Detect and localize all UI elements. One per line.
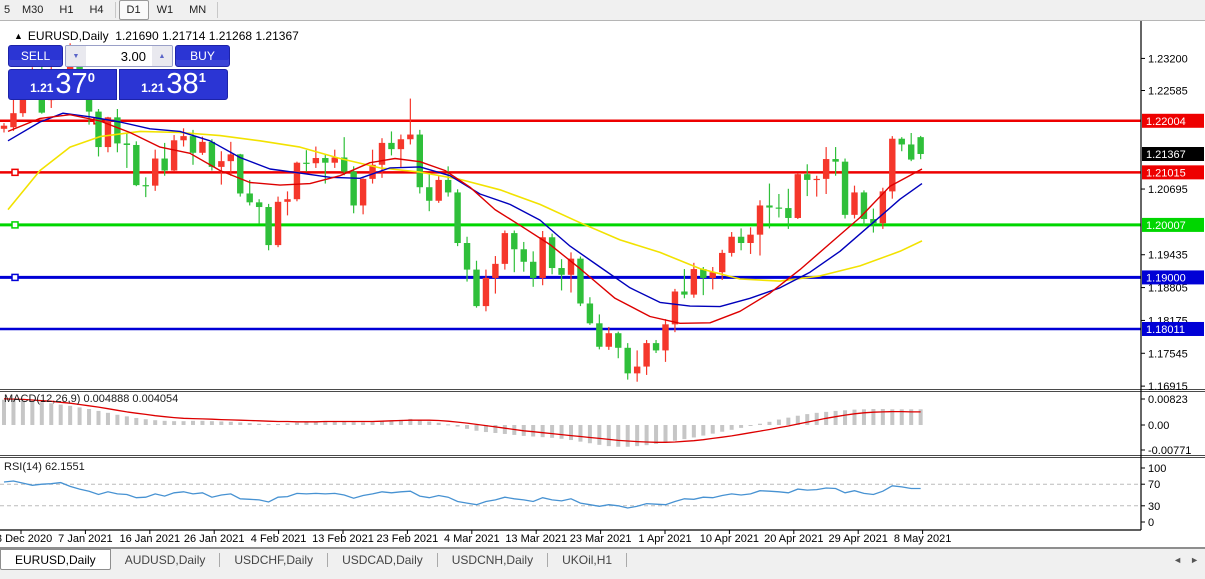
svg-text:1.19435: 1.19435	[1148, 250, 1188, 262]
volume-stepper: ▼ ▲	[65, 45, 173, 67]
svg-text:8 May 2021: 8 May 2021	[894, 533, 951, 545]
buy-price-prefix: 1.21	[141, 81, 164, 98]
svg-text:-0.00771: -0.00771	[1148, 445, 1191, 457]
svg-text:30: 30	[1148, 501, 1160, 513]
toolbar-separator	[115, 2, 116, 18]
svg-text:4 Mar 2021: 4 Mar 2021	[444, 533, 500, 545]
svg-text:1.23200: 1.23200	[1148, 53, 1188, 65]
svg-text:1.16915: 1.16915	[1148, 381, 1188, 393]
chart-ohlc-values: 1.21690 1.21714 1.21268 1.21367	[115, 29, 299, 43]
svg-text:1.20695: 1.20695	[1148, 184, 1188, 196]
svg-text:29 Apr 2021: 29 Apr 2021	[829, 533, 888, 545]
svg-text:1.19000: 1.19000	[1146, 272, 1186, 284]
svg-text:1 Apr 2021: 1 Apr 2021	[638, 533, 691, 545]
chart-background	[0, 21, 1205, 548]
svg-text:0.00: 0.00	[1148, 420, 1169, 432]
svg-text:16 Jan 2021: 16 Jan 2021	[120, 533, 181, 545]
tab-separator	[626, 553, 627, 567]
tab-scroll-right-icon[interactable]: ►	[1190, 555, 1199, 565]
svg-text:1.18011: 1.18011	[1146, 324, 1185, 336]
volume-decrease-button[interactable]: ▼	[66, 46, 86, 66]
symbol-triangle-icon: ▲	[14, 31, 23, 41]
tab-usdcad-daily[interactable]: USDCAD,Daily	[328, 549, 437, 571]
svg-text:13 Mar 2021: 13 Mar 2021	[505, 533, 567, 545]
trading-platform-window: 1.232001.225851.206951.194351.188051.181…	[0, 0, 1205, 579]
macd-indicator-label: MACD(12,26,9) 0.004888 0.004054	[4, 393, 178, 405]
timeframe-d1-button[interactable]: D1	[119, 0, 149, 20]
tab-eurusd-daily[interactable]: EURUSD,Daily	[0, 548, 111, 570]
tab-ukoil-h1[interactable]: UKOil,H1	[548, 549, 626, 571]
rsi-indicator-label: RSI(14) 62.1551	[4, 461, 85, 473]
buy-price-pipette: 1	[199, 70, 206, 98]
svg-text:0: 0	[1148, 517, 1154, 529]
chart-symbol-label: EURUSD,Daily	[28, 29, 109, 43]
timeframe-h1-button[interactable]: H1	[51, 0, 81, 20]
buy-button[interactable]: BUY	[175, 45, 230, 67]
svg-text:23 Mar 2021: 23 Mar 2021	[570, 533, 632, 545]
svg-text:1.22585: 1.22585	[1148, 85, 1188, 97]
tab-scroll-left-icon[interactable]: ◄	[1173, 555, 1182, 565]
timeframe-m30-button[interactable]: M30	[14, 0, 51, 20]
timeframe-m5-button[interactable]: 5	[0, 0, 14, 20]
svg-text:1.22004: 1.22004	[1146, 116, 1186, 128]
sell-button[interactable]: SELL	[8, 45, 63, 67]
svg-text:1.21015: 1.21015	[1146, 167, 1186, 179]
timeframe-mn-button[interactable]: MN	[181, 0, 214, 20]
sell-price-prefix: 1.21	[30, 81, 53, 98]
timeframe-h4-button[interactable]: H4	[81, 0, 111, 20]
toolbar-separator	[217, 2, 218, 18]
svg-text:28 Dec 2020: 28 Dec 2020	[0, 533, 52, 545]
svg-text:23 Feb 2021: 23 Feb 2021	[377, 533, 439, 545]
svg-text:0.00823: 0.00823	[1148, 394, 1188, 406]
svg-text:20 Apr 2021: 20 Apr 2021	[764, 533, 823, 545]
chart-tab-bar: EURUSD,Daily AUDUSD,Daily USDCHF,Daily U…	[0, 548, 1205, 579]
svg-text:13 Feb 2021: 13 Feb 2021	[312, 533, 374, 545]
svg-text:7 Jan 2021: 7 Jan 2021	[58, 533, 112, 545]
svg-text:70: 70	[1148, 479, 1160, 491]
sell-price-pipette: 0	[88, 70, 95, 98]
chart-title: ▲ EURUSD,Daily 1.21690 1.21714 1.21268 1.…	[14, 29, 299, 43]
tab-audusd-daily[interactable]: AUDUSD,Daily	[111, 549, 220, 571]
buy-price-box[interactable]: 1.21 38 1	[119, 69, 228, 100]
volume-input[interactable]	[86, 46, 152, 66]
timeframe-w1-button[interactable]: W1	[149, 0, 182, 20]
svg-text:26 Jan 2021: 26 Jan 2021	[184, 533, 245, 545]
svg-text:10 Apr 2021: 10 Apr 2021	[700, 533, 759, 545]
sell-price-box[interactable]: 1.21 37 0	[8, 69, 117, 100]
sell-price-big-digits: 37	[55, 71, 87, 98]
timeframe-toolbar: 5 M30 H1 H4 D1 W1 MN	[0, 0, 1205, 21]
svg-text:1.17545: 1.17545	[1148, 348, 1188, 360]
svg-text:1.21367: 1.21367	[1146, 149, 1186, 161]
one-click-trade-panel: SELL ▼ ▲ BUY 1.21 37 0 1.21 38 1	[8, 45, 230, 100]
tab-usdcnh-daily[interactable]: USDCNH,Daily	[438, 549, 547, 571]
buy-price-big-digits: 38	[166, 71, 198, 98]
svg-text:1.20007: 1.20007	[1146, 220, 1186, 232]
tab-usdchf-daily[interactable]: USDCHF,Daily	[220, 549, 327, 571]
svg-text:4 Feb 2021: 4 Feb 2021	[251, 533, 307, 545]
svg-text:100: 100	[1148, 463, 1166, 475]
volume-increase-button[interactable]: ▲	[152, 46, 172, 66]
